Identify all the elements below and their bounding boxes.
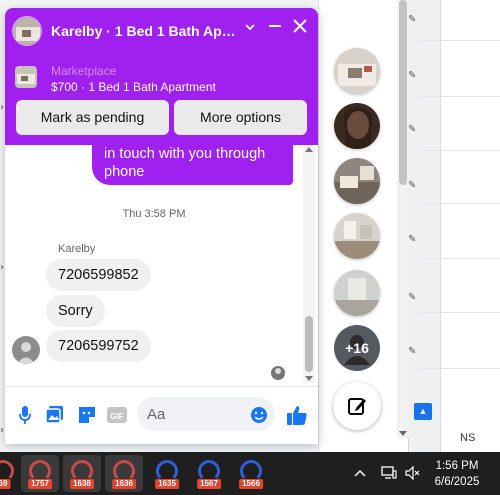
right-panel bbox=[440, 0, 500, 452]
chat-head[interactable] bbox=[334, 270, 380, 316]
taskbar-app[interactable]: 1635 bbox=[148, 455, 186, 492]
app-badge: 1757 bbox=[28, 479, 52, 489]
microphone-icon[interactable] bbox=[14, 404, 36, 426]
listing-thumbnail bbox=[15, 66, 37, 88]
chat-title[interactable]: Karelby · 1 Bed 1 Bath Apar... bbox=[51, 23, 236, 39]
like-icon[interactable] bbox=[286, 404, 308, 426]
app-badge: 1635 bbox=[155, 479, 179, 489]
pin-icon[interactable]: ✎ bbox=[408, 234, 420, 246]
taskbar: 69 1757 1638 1636 1635 1567 1566 1:56 PM… bbox=[0, 452, 500, 495]
scroll-up-arrow[interactable] bbox=[305, 147, 313, 152]
chat-head[interactable] bbox=[334, 48, 380, 94]
photo-icon[interactable] bbox=[44, 404, 66, 426]
marketplace-listing[interactable]: Marketplace $700 · 1 Bed 1 Bath Apartmen… bbox=[13, 63, 313, 99]
incoming-message[interactable]: 7206599852 bbox=[46, 259, 151, 291]
chat-head[interactable] bbox=[334, 103, 380, 149]
pin-icon[interactable]: ✎ bbox=[408, 70, 420, 82]
clock-date: 6/6/2025 bbox=[434, 476, 480, 488]
svg-text:GIF: GIF bbox=[110, 412, 123, 421]
sticker-icon[interactable] bbox=[76, 404, 98, 426]
app-badge: 1566 bbox=[239, 479, 263, 489]
pin-icon[interactable]: ✎ bbox=[408, 180, 420, 192]
chat-scrollbar[interactable] bbox=[303, 145, 315, 383]
chat-window: Karelby · 1 Bed 1 Bath Apar... Marketpla… bbox=[5, 8, 318, 444]
background-divider bbox=[418, 40, 442, 41]
pin-icon[interactable]: ✎ bbox=[408, 292, 420, 304]
show-hidden-icons-chevron-icon[interactable] bbox=[352, 464, 368, 482]
taskbar-app[interactable]: 1757 bbox=[21, 455, 59, 492]
incoming-message[interactable]: Sorry bbox=[46, 295, 105, 327]
chat-head[interactable] bbox=[334, 213, 380, 259]
mark-pending-button[interactable]: Mark as pending bbox=[16, 100, 169, 135]
sender-name: Karelby bbox=[58, 243, 96, 255]
blue-action-button[interactable]: ▲ bbox=[414, 403, 432, 420]
message-composer: GIF bbox=[5, 386, 318, 444]
network-icon[interactable] bbox=[380, 464, 398, 482]
taskbar-app[interactable]: 1567 bbox=[190, 455, 228, 492]
close-button[interactable] bbox=[289, 18, 311, 40]
chat-scrollbar-thumb[interactable] bbox=[305, 316, 313, 372]
background-divider bbox=[418, 368, 442, 369]
incoming-message[interactable]: 7206599752 bbox=[46, 330, 151, 362]
pin-icon[interactable]: ✎ bbox=[408, 346, 420, 358]
taskbar-app[interactable]: 1636 bbox=[105, 455, 143, 492]
ns-label: NS bbox=[460, 432, 476, 444]
gif-icon[interactable]: GIF bbox=[106, 404, 128, 426]
chat-header: Karelby · 1 Bed 1 Bath Apar... Marketpla… bbox=[5, 8, 318, 145]
compose-icon bbox=[348, 398, 366, 415]
more-chats-count: +16 bbox=[345, 340, 369, 356]
background-divider bbox=[418, 312, 442, 313]
background-divider bbox=[418, 150, 442, 151]
minimize-button[interactable] bbox=[264, 18, 286, 40]
more-chats-head[interactable]: +16 bbox=[334, 325, 380, 371]
scroll-down-arrow[interactable] bbox=[399, 431, 407, 436]
close-icon bbox=[293, 19, 307, 33]
pin-icon[interactable]: ✎ bbox=[408, 124, 420, 136]
more-options-button[interactable]: More options bbox=[174, 100, 307, 135]
background-divider bbox=[418, 96, 442, 97]
listing-label: Marketplace bbox=[51, 64, 117, 78]
app-badge: 69 bbox=[0, 479, 11, 489]
taskbar-app[interactable]: 1566 bbox=[232, 455, 270, 492]
app-badge: 1638 bbox=[70, 479, 94, 489]
chat-head[interactable] bbox=[334, 158, 380, 204]
sender-avatar[interactable] bbox=[12, 336, 40, 364]
outgoing-message[interactable]: in touch with you through phone bbox=[92, 145, 293, 185]
minimize-icon bbox=[269, 25, 281, 27]
contact-avatar[interactable] bbox=[12, 16, 42, 46]
background-divider bbox=[418, 258, 442, 259]
taskbar-app[interactable]: 69 bbox=[0, 455, 22, 492]
scrollbar-thumb[interactable] bbox=[399, 0, 407, 185]
emoji-icon[interactable] bbox=[248, 404, 270, 426]
clock-time: 1:56 PM bbox=[435, 460, 479, 472]
system-clock[interactable]: 1:56 PM 6/6/2025 bbox=[420, 458, 494, 490]
app-badge: 1636 bbox=[112, 479, 136, 489]
listing-title: $700 · 1 Bed 1 Bath Apartment bbox=[51, 80, 216, 94]
taskbar-app[interactable]: 1638 bbox=[63, 455, 101, 492]
new-message-button[interactable] bbox=[333, 382, 381, 430]
page-scrollbar[interactable] bbox=[397, 0, 409, 438]
background-divider bbox=[418, 203, 442, 204]
pin-icon[interactable]: ✎ bbox=[408, 14, 420, 26]
scroll-down-arrow[interactable] bbox=[305, 376, 313, 381]
seen-receipt-avatar bbox=[271, 366, 285, 380]
chevron-down-icon[interactable] bbox=[239, 18, 261, 40]
app-badge: 1567 bbox=[197, 479, 221, 489]
time-separator: Thu 3:58 PM bbox=[122, 208, 186, 220]
